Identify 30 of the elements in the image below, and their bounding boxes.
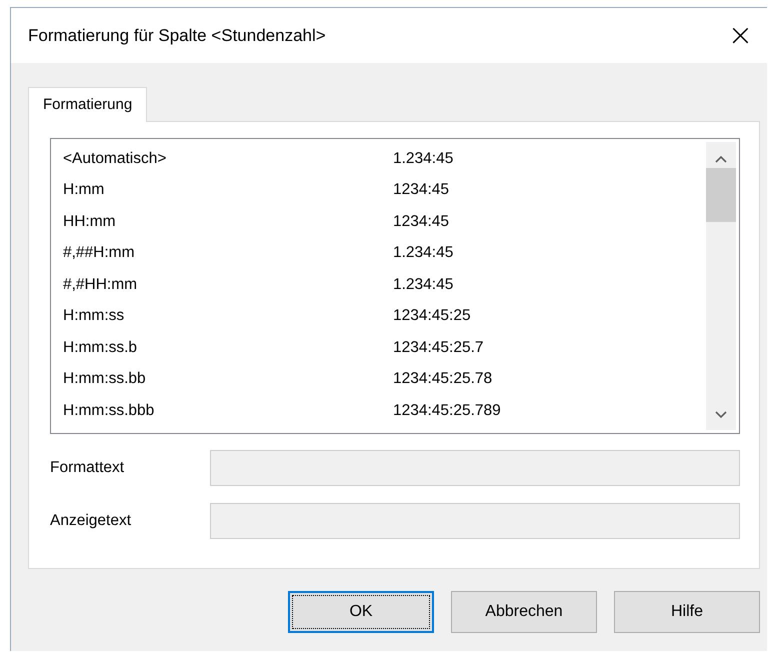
format-example: 1234:45:25.789	[393, 402, 501, 420]
scroll-up-icon[interactable]	[714, 154, 728, 164]
format-code[interactable]: <Automatisch>	[63, 150, 166, 167]
format-code[interactable]: H:mm:ss.bbb	[63, 402, 154, 419]
scroll-thumb[interactable]	[706, 168, 736, 222]
format-example: 1.234:45	[393, 150, 454, 168]
format-example: 1234:45	[393, 212, 450, 231]
dialog-button[interactable]: Abbrechen	[451, 591, 597, 633]
close-button[interactable]: ×	[724, 20, 757, 50]
scrollbar[interactable]	[706, 142, 736, 430]
tab[interactable]: Formatierung	[28, 87, 148, 122]
format-code[interactable]: HH:mm	[63, 212, 116, 230]
format-code[interactable]: H:mm:ss.bb	[63, 370, 146, 388]
format-code[interactable]: H:mm	[63, 181, 104, 198]
format-example: 1234:45:25.78	[393, 370, 492, 388]
scroll-down-icon[interactable]	[714, 410, 728, 420]
field-label: Formattext	[50, 459, 126, 477]
field-label: Anzeigetext	[50, 512, 132, 530]
format-code[interactable]: #,#HH:mm	[63, 276, 138, 293]
format-example: 1234:45:25.7	[393, 338, 484, 357]
window-title: Formatierung für Spalte <Stundenzahl>	[28, 26, 326, 46]
dialog-button[interactable]: OK	[288, 591, 434, 633]
dialog-button[interactable]: Hilfe	[614, 591, 760, 633]
format-example: 1234:45:25	[393, 307, 471, 326]
format-example: 1.234:45	[393, 244, 454, 262]
format-example: 1.234:45	[393, 276, 454, 294]
format-example: 1234:45	[393, 181, 450, 200]
format-code[interactable]: H:mm:ss.b	[63, 338, 138, 356]
format-code[interactable]: H:mm:ss	[63, 307, 124, 324]
format-code[interactable]: #,##H:mm	[63, 244, 134, 262]
